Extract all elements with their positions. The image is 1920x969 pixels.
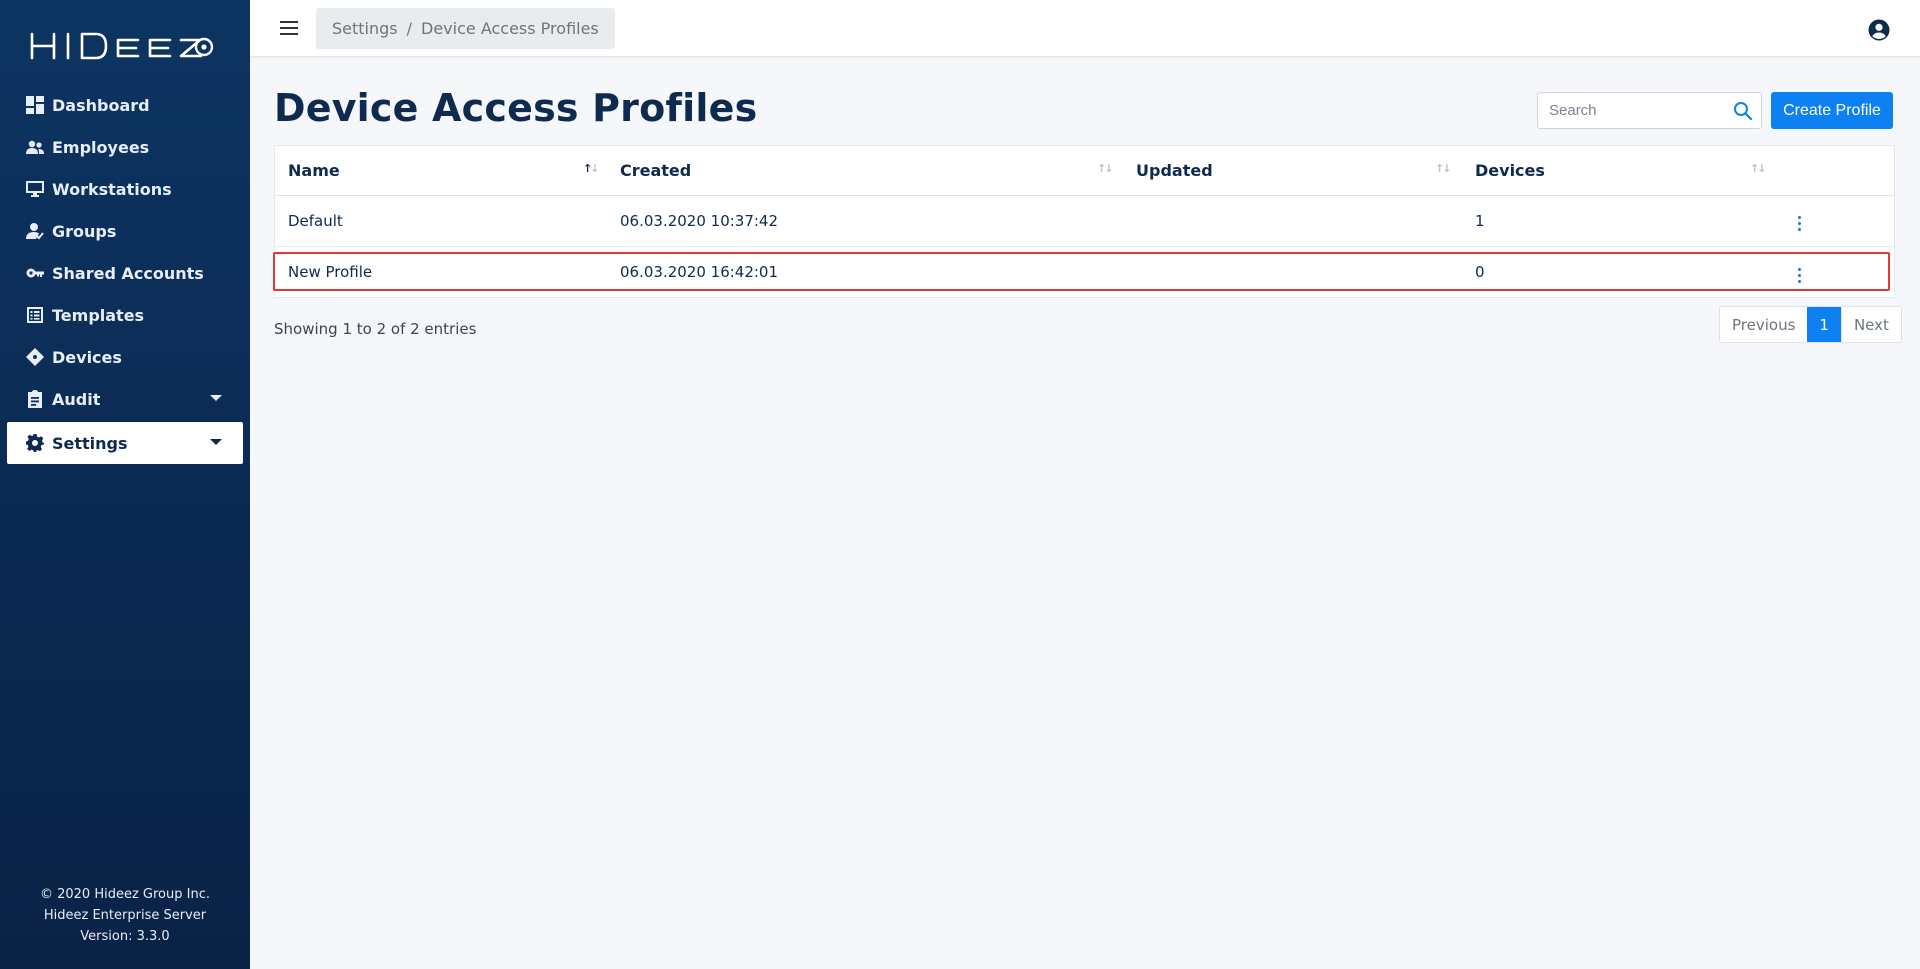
search-icon[interactable] (1733, 101, 1753, 121)
groups-icon (25, 221, 45, 241)
column-header-updated[interactable]: Updated ↑↓ (1123, 146, 1462, 196)
table-info: Showing 1 to 2 of 2 entries (274, 320, 477, 338)
cell-actions (1776, 195, 1894, 247)
create-profile-button[interactable]: Create Profile (1771, 92, 1893, 129)
sidebar-item-dashboard[interactable]: Dashboard (0, 84, 250, 126)
cell-name: New Profile (288, 262, 373, 281)
sidebar-item-shared-accounts[interactable]: Shared Accounts (0, 252, 250, 294)
employees-icon (25, 137, 45, 157)
hideez-logo[interactable] (30, 26, 220, 66)
search-box (1537, 92, 1762, 129)
sort-icon[interactable]: ↑↓ (1097, 162, 1114, 175)
monitor-icon (25, 179, 45, 199)
cell-devices: 0 (1475, 262, 1485, 281)
sidebar-item-label: Templates (52, 305, 145, 325)
cell-name: Default (275, 195, 607, 247)
profiles-table: Name ↑↓ Created ↑↓ Updated ↑↓ Devices ↑↓ (274, 145, 1895, 298)
cell-updated (1123, 246, 1462, 297)
more-actions-icon[interactable] (1789, 263, 1809, 287)
templates-icon (25, 305, 45, 325)
sidebar-item-devices[interactable]: Devices (0, 336, 250, 378)
sidebar-item-templates[interactable]: Templates (0, 294, 250, 336)
cell-actions (1776, 246, 1894, 297)
chevron-down-icon (210, 439, 222, 445)
sort-icon[interactable]: ↑↓ (1435, 162, 1452, 175)
column-header-created[interactable]: Created ↑↓ (607, 146, 1123, 196)
device-icon (25, 347, 45, 367)
pagination-previous[interactable]: Previous (1720, 307, 1807, 342)
sidebar-item-label: Dashboard (52, 95, 150, 115)
table-header-row: Name ↑↓ Created ↑↓ Updated ↑↓ Devices ↑↓ (275, 146, 1894, 196)
cell-updated (1123, 195, 1462, 247)
dashboard-icon (25, 95, 45, 115)
top-bar: Settings / Device Access Profiles (250, 0, 1920, 57)
sidebar-item-label: Workstations (52, 179, 172, 199)
sidebar-item-employees[interactable]: Employees (0, 126, 250, 168)
sidebar-item-workstations[interactable]: Workstations (0, 168, 250, 210)
column-header-actions (1776, 146, 1894, 196)
column-header-devices[interactable]: Devices ↑↓ (1462, 146, 1776, 196)
sidebar-footer: © 2020 Hideez Group Inc. Hideez Enterpri… (0, 884, 250, 947)
sidebar-item-settings[interactable]: Settings (7, 422, 243, 464)
table-row[interactable]: Default 06.03.2020 10:37:42 1 (275, 195, 1894, 247)
sort-icon[interactable]: ↑↓ (1750, 162, 1767, 175)
clipboard-icon (25, 389, 45, 409)
gear-icon (25, 433, 45, 453)
key-icon (25, 263, 45, 283)
pagination-page-1[interactable]: 1 (1807, 307, 1841, 342)
version-text: Version: 3.3.0 (80, 929, 170, 944)
more-actions-icon[interactable] (1789, 212, 1809, 236)
breadcrumb-item-settings[interactable]: Settings (332, 19, 398, 38)
breadcrumb-item-current: Device Access Profiles (421, 19, 599, 38)
cell-created: 06.03.2020 10:37:42 (607, 195, 1123, 247)
sidebar-item-groups[interactable]: Groups (0, 210, 250, 252)
copyright-text: © 2020 Hideez Group Inc. (39, 887, 210, 902)
menu-toggle-icon[interactable] (280, 21, 298, 37)
product-name: Hideez Enterprise Server (43, 908, 207, 923)
sidebar: Dashboard Employees Workstations Groups … (0, 0, 250, 969)
pagination-next[interactable]: Next (1840, 307, 1901, 342)
cell-created: 06.03.2020 16:42:01 (620, 262, 779, 281)
sort-asc-icon[interactable]: ↑↓ (583, 162, 600, 175)
sidebar-item-label: Groups (52, 221, 117, 241)
sidebar-item-label: Audit (52, 389, 101, 409)
sidebar-nav: Dashboard Employees Workstations Groups … (0, 84, 250, 464)
breadcrumb: Settings / Device Access Profiles (316, 8, 615, 49)
search-input[interactable] (1538, 93, 1723, 128)
sidebar-item-audit[interactable]: Audit (0, 378, 250, 420)
page-title: Device Access Profiles (274, 86, 758, 130)
sidebar-item-label: Shared Accounts (52, 263, 204, 283)
sidebar-item-label: Settings (52, 433, 128, 453)
table-row[interactable]: New Profile 06.03.2020 16:42:01 0 (275, 246, 1894, 297)
sidebar-item-label: Employees (52, 137, 150, 157)
cell-devices: 1 (1462, 195, 1776, 247)
user-account-icon[interactable] (1868, 19, 1890, 41)
chevron-down-icon (210, 395, 222, 401)
pagination: Previous 1 Next (1719, 306, 1902, 343)
breadcrumb-separator: / (406, 19, 413, 38)
sidebar-item-label: Devices (52, 347, 122, 367)
column-header-name[interactable]: Name ↑↓ (275, 146, 607, 196)
